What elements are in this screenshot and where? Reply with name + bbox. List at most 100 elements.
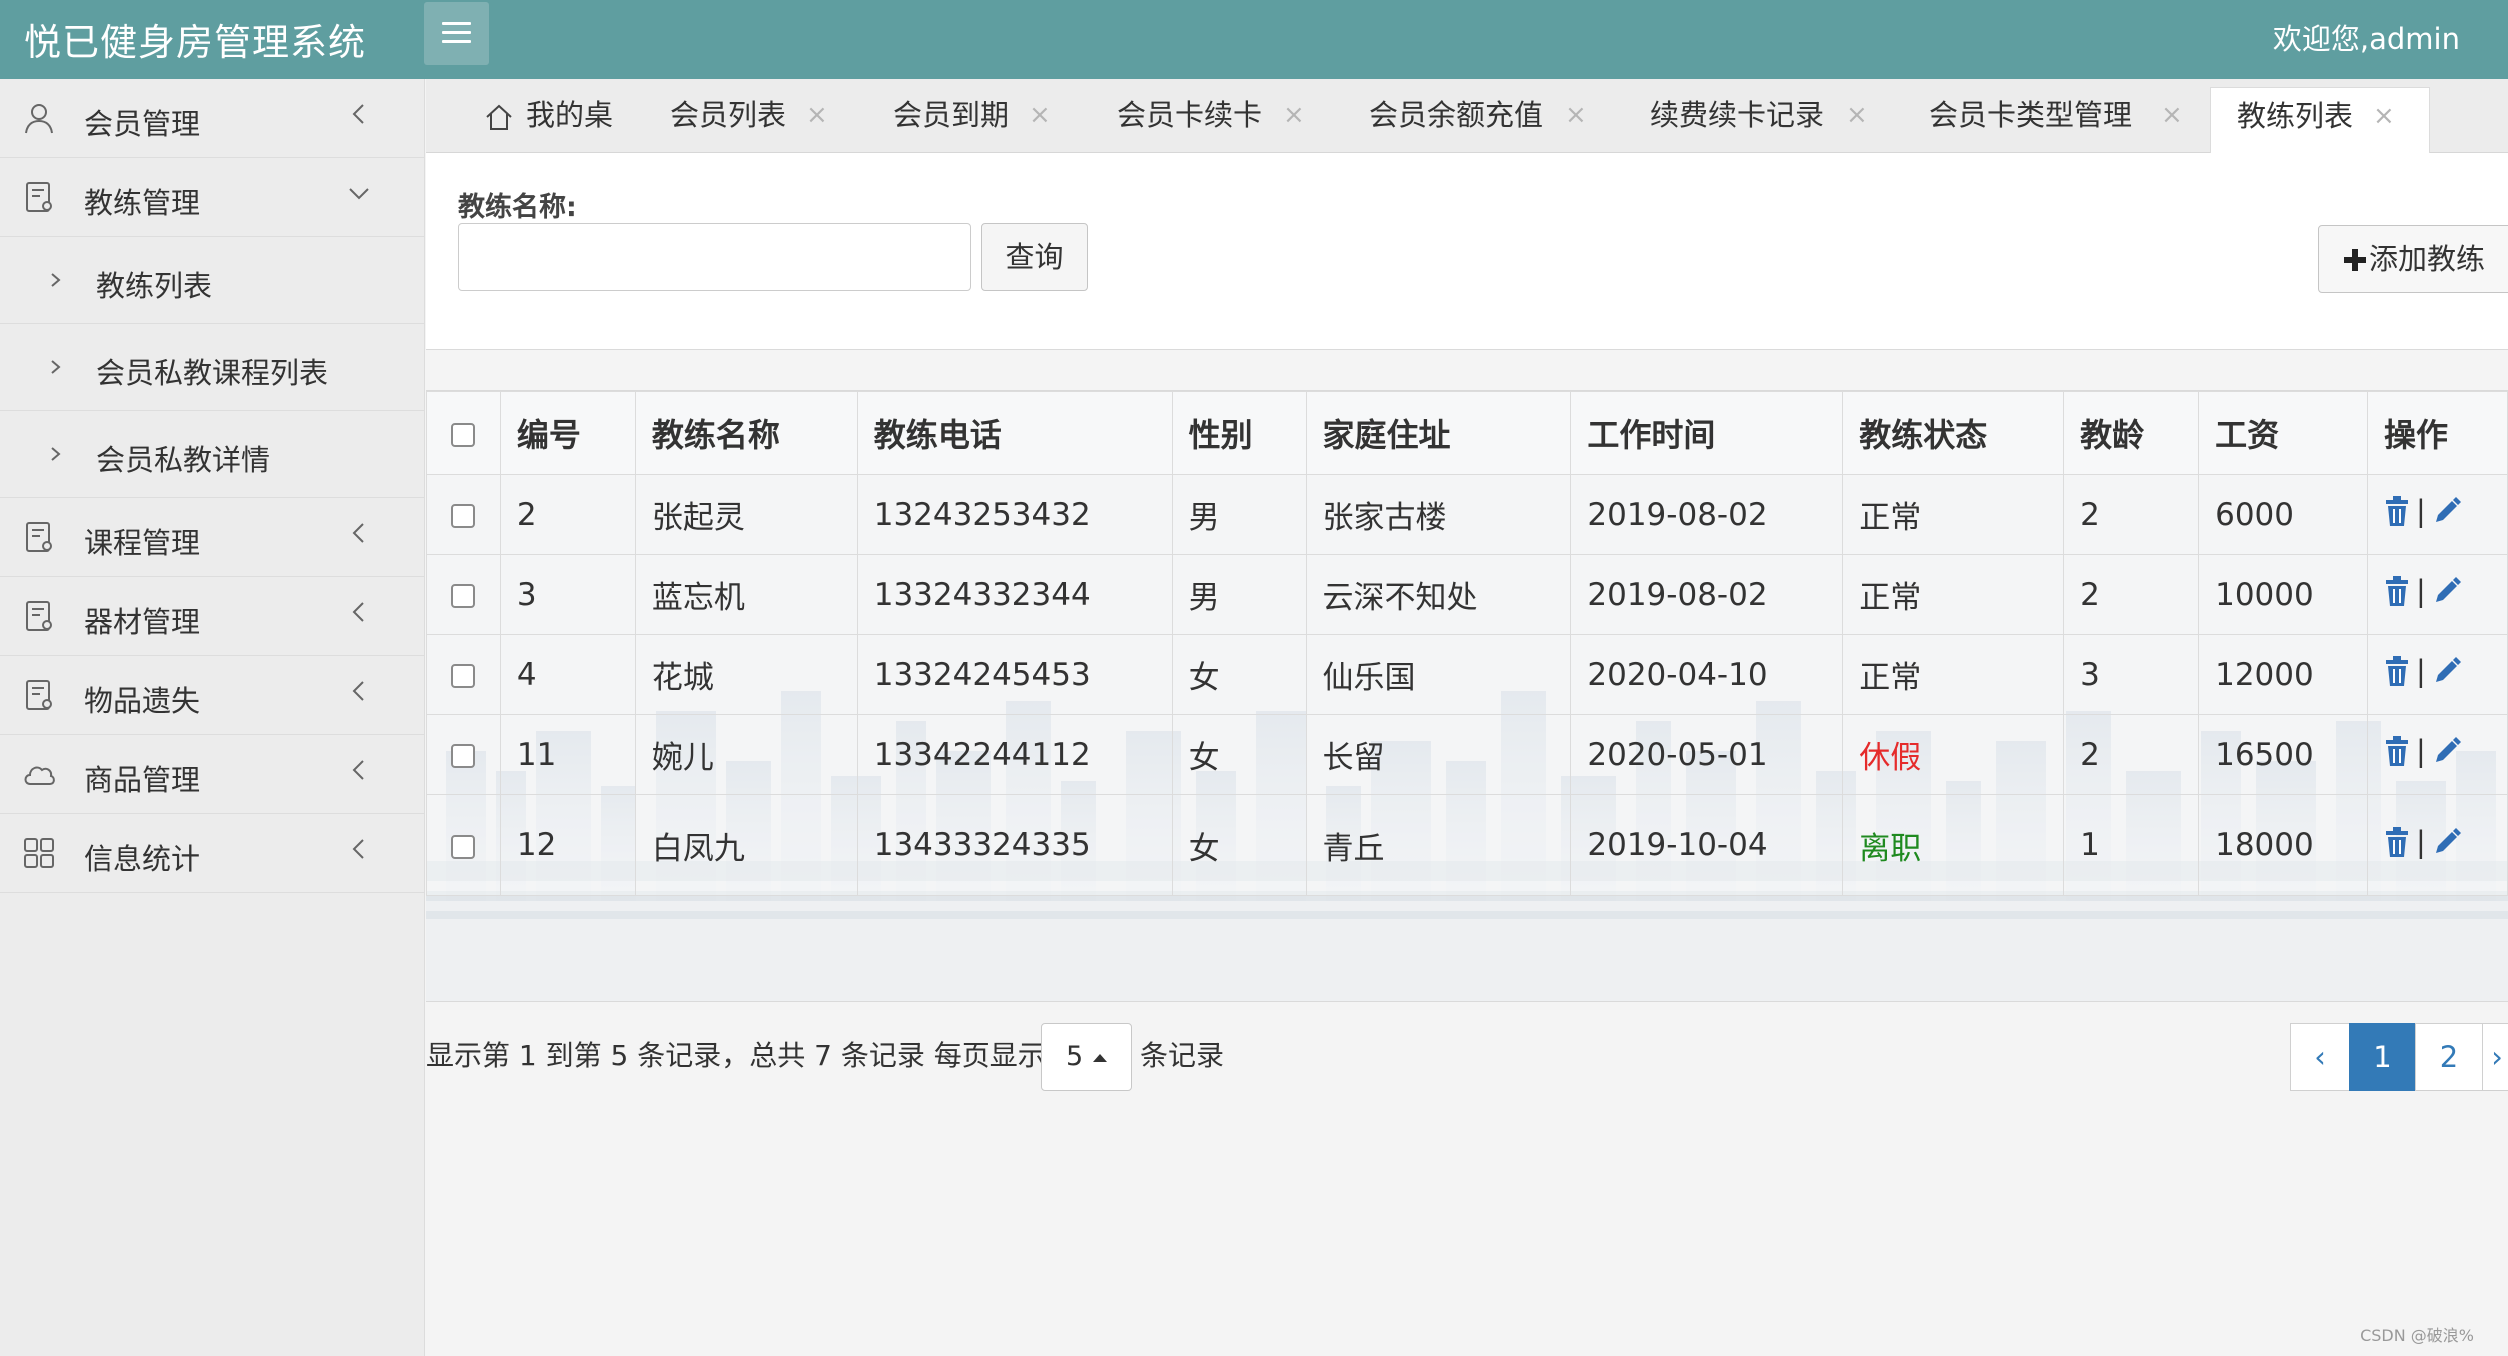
- menu-toggle-button[interactable]: [424, 2, 489, 65]
- page-2-button[interactable]: 2: [2415, 1023, 2483, 1091]
- row-checkbox[interactable]: [451, 744, 476, 768]
- tab-label: 续费续卡记录: [1650, 98, 1825, 132]
- home-icon: [486, 104, 512, 130]
- row-select-cell: [426, 634, 501, 715]
- row-checkbox[interactable]: [451, 664, 476, 688]
- search-panel: 教练名称: 查询 添加教练: [426, 153, 2508, 350]
- table-row: 3 蓝忘机 13324332344 男 云深不知处 2019-08-02 正常 …: [426, 554, 2508, 635]
- close-icon[interactable]: ×: [2161, 87, 2183, 143]
- page-prev-button[interactable]: ‹: [2290, 1023, 2350, 1091]
- edit-pencil-icon[interactable]: [2432, 496, 2462, 526]
- trash-icon[interactable]: [2384, 735, 2410, 767]
- coach-name-input[interactable]: [458, 223, 971, 291]
- tab-renewal-records[interactable]: 续费续卡记录 ×: [1650, 87, 1890, 153]
- sidebar-item-label: 课程管理: [84, 526, 201, 560]
- add-coach-button[interactable]: 添加教练: [2318, 225, 2508, 293]
- cell-phone: 13243253432: [856, 474, 1173, 555]
- cell-phone: 13433324335: [856, 794, 1173, 896]
- edit-pencil-icon[interactable]: [2432, 656, 2462, 686]
- cell-operations: |: [2367, 714, 2508, 795]
- row-checkbox[interactable]: [451, 584, 476, 608]
- tab-coach-list[interactable]: 教练列表 ×: [2210, 87, 2430, 153]
- chevron-left-icon: [352, 523, 364, 543]
- trash-icon[interactable]: [2384, 575, 2410, 607]
- sidebar-item-lost-items[interactable]: 物品遗失: [0, 656, 424, 735]
- close-icon[interactable]: ×: [1283, 87, 1305, 143]
- document-icon: [26, 680, 52, 710]
- cell-address: 青丘: [1305, 794, 1572, 896]
- cell-work-date: 2020-04-10: [1570, 634, 1844, 715]
- tab-card-renewal[interactable]: 会员卡续卡 ×: [1117, 87, 1317, 153]
- cell-address: 仙乐国: [1305, 634, 1572, 715]
- sidebar-item-course-management[interactable]: 课程管理: [0, 498, 424, 577]
- op-separator: |: [2416, 654, 2426, 688]
- edit-pencil-icon[interactable]: [2432, 576, 2462, 606]
- cell-name: 白凤九: [634, 794, 858, 896]
- trash-icon[interactable]: [2384, 826, 2410, 858]
- cell-salary: 6000: [2198, 474, 2369, 555]
- chevron-left-icon: [352, 760, 364, 780]
- column-header[interactable]: 教练电话: [856, 391, 1173, 475]
- row-checkbox[interactable]: [451, 504, 476, 528]
- tab-balance-recharge[interactable]: 会员余额充值 ×: [1369, 87, 1609, 153]
- close-icon[interactable]: ×: [806, 87, 828, 143]
- column-header[interactable]: 教龄: [2063, 391, 2200, 475]
- op-separator: |: [2416, 574, 2426, 608]
- tab-member-list[interactable]: 会员列表 ×: [670, 87, 860, 153]
- cell-years: 2: [2063, 554, 2200, 635]
- sidebar-item-member-management[interactable]: 会员管理: [0, 79, 424, 158]
- cell-phone: 13342244112: [856, 714, 1173, 795]
- close-icon[interactable]: ×: [2373, 88, 2395, 144]
- close-icon[interactable]: ×: [1029, 87, 1051, 143]
- welcome-text[interactable]: 欢迎您,admin: [2273, 16, 2460, 58]
- pagination-suffix: 条记录: [1140, 1039, 1225, 1072]
- edit-pencil-icon[interactable]: [2432, 736, 2462, 766]
- sidebar-subitem-label: 会员私教详情: [96, 443, 271, 477]
- edit-pencil-icon[interactable]: [2432, 827, 2462, 857]
- cell-phone: 13324245453: [856, 634, 1173, 715]
- watermark-text: CSDN @破浪%: [2360, 1326, 2474, 1345]
- sidebar-subitem-coach-list[interactable]: 教练列表: [0, 237, 424, 324]
- sidebar-item-coach-management[interactable]: 教练管理: [0, 158, 424, 237]
- sidebar-item-label: 教练管理: [84, 186, 201, 220]
- trash-icon[interactable]: [2384, 495, 2410, 527]
- sidebar-subitem-private-course-list[interactable]: 会员私教课程列表: [0, 324, 424, 411]
- grid-icon: [24, 838, 54, 868]
- cell-gender: 女: [1171, 714, 1307, 795]
- close-icon[interactable]: ×: [1565, 87, 1587, 143]
- page-1-button[interactable]: 1: [2349, 1023, 2416, 1091]
- row-select-cell: [426, 474, 501, 555]
- column-header[interactable]: 教练名称: [634, 391, 858, 475]
- cell-years: 2: [2063, 714, 2200, 795]
- column-header[interactable]: 工资: [2198, 391, 2369, 475]
- close-icon[interactable]: ×: [1846, 87, 1868, 143]
- document-icon: [26, 182, 52, 212]
- column-header[interactable]: 工作时间: [1570, 391, 1844, 475]
- column-header: 操作: [2367, 391, 2508, 475]
- sidebar-item-statistics[interactable]: 信息统计: [0, 814, 424, 893]
- add-coach-label: 添加教练: [2369, 242, 2486, 276]
- sidebar-item-product-management[interactable]: 商品管理: [0, 735, 424, 814]
- query-button[interactable]: 查询: [981, 223, 1088, 291]
- column-header[interactable]: 家庭住址: [1305, 391, 1572, 475]
- page-size-select[interactable]: 5: [1041, 1023, 1132, 1091]
- tab-my-desktop[interactable]: 我的桌面: [456, 87, 626, 188]
- cell-years: 2: [2063, 474, 2200, 555]
- cell-gender: 女: [1171, 794, 1307, 896]
- column-header[interactable]: 教练状态: [1842, 391, 2065, 475]
- sidebar-item-equipment-management[interactable]: 器材管理: [0, 577, 424, 656]
- cell-work-date: 2019-08-02: [1570, 474, 1844, 555]
- tab-member-expiry[interactable]: 会员到期 ×: [893, 87, 1083, 153]
- chevron-right-icon: [51, 360, 61, 374]
- tab-card-type-management[interactable]: 会员卡类型管理 ×: [1929, 87, 2189, 153]
- column-header[interactable]: 编号: [499, 391, 636, 475]
- chevron-left-icon: [352, 104, 364, 124]
- page-size-value: 5: [1066, 1041, 1084, 1072]
- row-checkbox[interactable]: [451, 834, 476, 859]
- trash-icon[interactable]: [2384, 655, 2410, 687]
- sidebar-subitem-private-detail[interactable]: 会员私教详情: [0, 411, 424, 498]
- sidebar-item-label: 信息统计: [84, 842, 201, 876]
- select-all-checkbox[interactable]: [451, 423, 476, 447]
- page-next-button[interactable]: ›: [2482, 1023, 2508, 1091]
- column-header[interactable]: 性别: [1171, 391, 1307, 475]
